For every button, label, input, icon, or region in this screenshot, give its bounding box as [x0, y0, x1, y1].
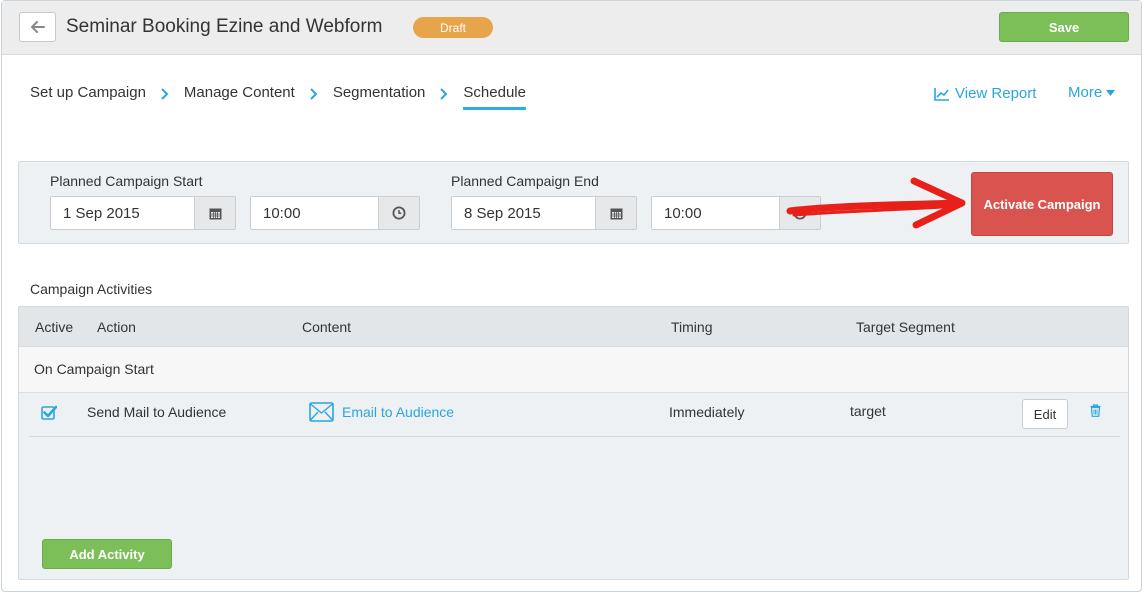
calendar-icon [610, 208, 622, 219]
content-link[interactable]: Email to Audience [309, 402, 454, 422]
page-title: Seminar Booking Ezine and Webform [66, 16, 383, 37]
calendar-button[interactable] [194, 197, 235, 229]
column-content: Content [302, 319, 352, 335]
status-badge: Draft [413, 17, 493, 38]
target-segment-cell: target [850, 403, 886, 419]
top-bar: Seminar Booking Ezine and Webform Draft … [2, 1, 1141, 55]
more-dropdown[interactable]: More [1068, 84, 1116, 101]
column-timing: Timing [671, 319, 713, 335]
content-link-label: Email to Audience [342, 404, 455, 420]
start-date-field[interactable]: 1 Sep 2015 [50, 196, 236, 230]
column-action: Action [97, 319, 136, 335]
back-button[interactable] [19, 12, 56, 42]
trash-icon[interactable] [1090, 404, 1101, 417]
envelope-icon [309, 402, 334, 422]
view-report-label: View Report [955, 85, 1037, 102]
add-activity-button[interactable]: Add Activity [42, 539, 172, 569]
more-label: More [1068, 84, 1103, 101]
clock-icon [392, 206, 406, 220]
caret-down-icon [1106, 89, 1116, 96]
table-row: Send Mail to Audience Email to Audience … [29, 393, 1120, 437]
chevron-right-icon [146, 84, 184, 100]
end-time-value[interactable]: 10:00 [652, 197, 779, 229]
back-arrow-icon [30, 21, 45, 33]
view-report-link[interactable]: View Report [934, 85, 1036, 102]
save-button[interactable]: Save [999, 12, 1129, 42]
table-header: Active Action Content Timing Target Segm… [19, 307, 1128, 347]
activities-section-title: Campaign Activities [30, 281, 153, 297]
end-label: Planned Campaign End [451, 173, 599, 189]
edit-button[interactable]: Edit [1022, 399, 1068, 429]
wizard-steps: Set up Campaign Manage Content Segmentat… [30, 84, 526, 114]
end-date-field[interactable]: 8 Sep 2015 [451, 196, 637, 230]
end-date-value[interactable]: 8 Sep 2015 [452, 197, 595, 229]
line-chart-icon [934, 87, 949, 101]
start-time-field[interactable]: 10:00 [250, 196, 420, 230]
clock-button[interactable] [378, 197, 419, 229]
step-manage-content[interactable]: Manage Content [184, 84, 295, 107]
group-row-on-campaign-start: On Campaign Start [19, 347, 1128, 393]
step-schedule[interactable]: Schedule [463, 84, 526, 110]
chevron-right-icon [425, 84, 463, 100]
step-setup-campaign[interactable]: Set up Campaign [30, 84, 146, 107]
column-target-segment: Target Segment [856, 319, 955, 335]
group-label: On Campaign Start [34, 361, 154, 377]
start-label: Planned Campaign Start [50, 173, 203, 189]
checkbox-checked-icon[interactable] [41, 405, 57, 420]
step-segmentation[interactable]: Segmentation [333, 84, 426, 107]
start-time-value[interactable]: 10:00 [251, 197, 378, 229]
app-window: Seminar Booking Ezine and Webform Draft … [1, 0, 1142, 592]
column-active: Active [35, 319, 74, 335]
calendar-icon [209, 208, 221, 219]
annotation-arrow [786, 177, 966, 229]
timing-cell: Immediately [669, 404, 745, 420]
chevron-right-icon [295, 84, 333, 100]
activities-table: Active Action Content Timing Target Segm… [18, 306, 1129, 580]
action-cell: Send Mail to Audience [87, 404, 227, 420]
activate-campaign-button[interactable]: Activate Campaign [971, 172, 1113, 236]
calendar-button[interactable] [595, 197, 636, 229]
start-date-value[interactable]: 1 Sep 2015 [51, 197, 194, 229]
